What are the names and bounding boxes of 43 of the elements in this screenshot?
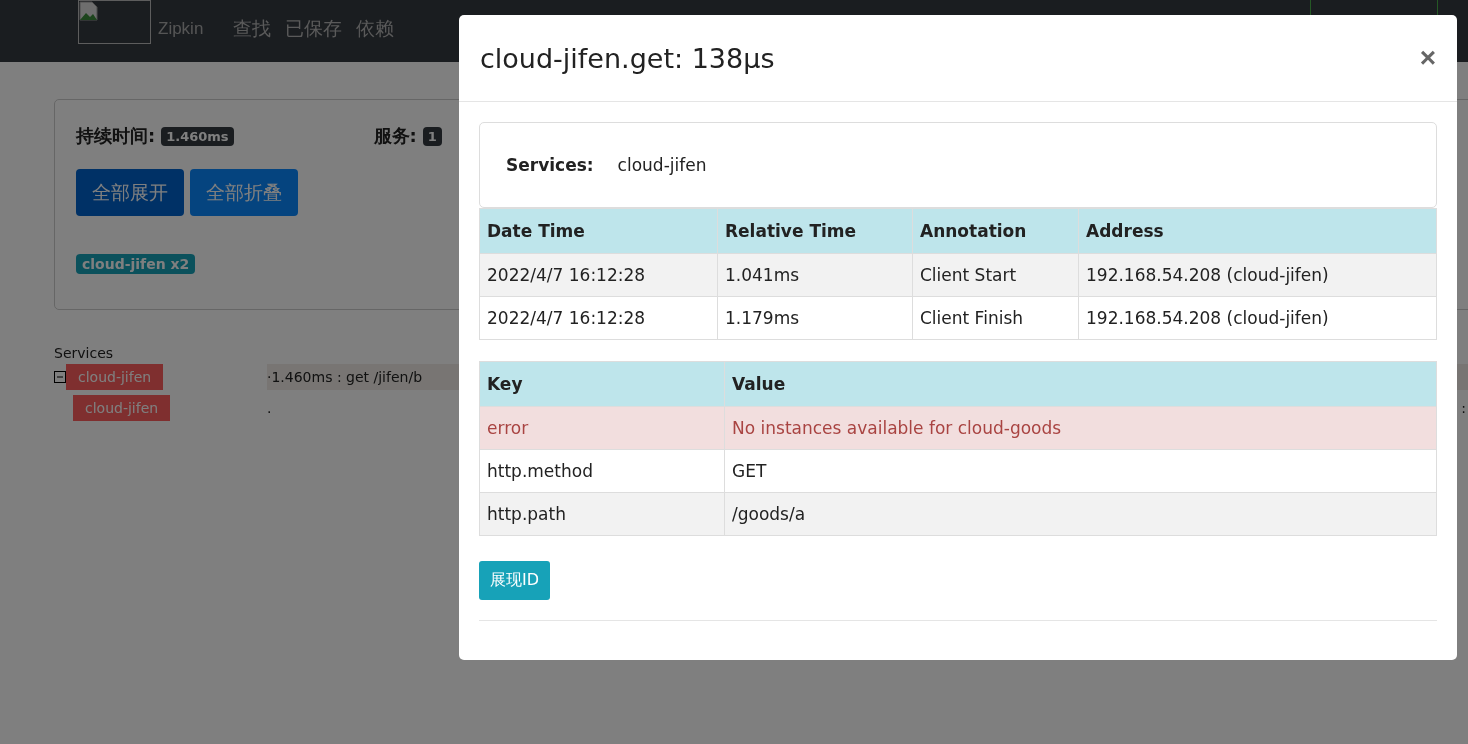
services-label: 服务:: [373, 124, 417, 148]
table-cell: 192.168.54.208 (cloud-jifen): [1078, 253, 1437, 297]
collapse-all-button[interactable]: 全部折叠: [190, 169, 298, 216]
dialog-title: cloud-jifen.get: 138µs: [480, 42, 775, 74]
table-cell: 1.179ms: [717, 296, 913, 340]
table-cell: http.path: [479, 492, 725, 536]
service-label[interactable]: cloud-jifen: [66, 363, 164, 390]
table-cell: 1.041ms: [717, 253, 913, 297]
services-heading: Services: [54, 345, 115, 361]
collapse-toggle-icon[interactable]: [54, 370, 66, 383]
close-button[interactable]: ×: [1419, 42, 1436, 74]
table-cell: Client Finish: [912, 296, 1079, 340]
column-header: Key: [479, 361, 725, 407]
show-id-button[interactable]: 展现ID: [479, 561, 551, 600]
services-label: Services:: [506, 155, 594, 175]
services-count-badge: 1: [422, 126, 442, 146]
expand-all-button[interactable]: 全部展开: [76, 169, 184, 216]
service-label[interactable]: cloud-jifen: [73, 394, 171, 421]
column-header: Annotation: [912, 208, 1079, 254]
column-header: Value: [724, 361, 1437, 407]
table-cell: error: [479, 406, 725, 450]
table-cell: Client Start: [912, 253, 1079, 297]
table-cell: 2022/4/7 16:12:28: [479, 253, 718, 297]
table-cell: /goods/a: [724, 492, 1437, 536]
table-cell: http.method: [479, 449, 725, 493]
nav-link[interactable]: 依赖: [356, 16, 395, 42]
table-cell: No instances available for cloud-goods: [724, 406, 1437, 450]
duration-badge: 1.460ms: [161, 126, 234, 146]
brand-link[interactable]: Zipkin: [158, 19, 204, 39]
nav-link[interactable]: 查找: [233, 16, 272, 42]
duration-label: 持续时间:: [76, 124, 156, 148]
broken-image-icon: [78, 0, 151, 44]
services-value: cloud-jifen: [617, 155, 707, 175]
column-header: Date Time: [479, 208, 718, 254]
nav-link[interactable]: 已保存: [285, 16, 343, 42]
span-text: .: [267, 399, 272, 416]
span-text: :: [1461, 399, 1466, 416]
service-badge[interactable]: cloud-jifen x2: [76, 254, 196, 274]
column-header: Address: [1078, 208, 1437, 254]
table-cell: 2022/4/7 16:12:28: [479, 296, 718, 340]
table-cell: GET: [724, 449, 1437, 493]
table-cell: 192.168.54.208 (cloud-jifen): [1078, 296, 1437, 340]
column-header: Relative Time: [717, 208, 913, 254]
